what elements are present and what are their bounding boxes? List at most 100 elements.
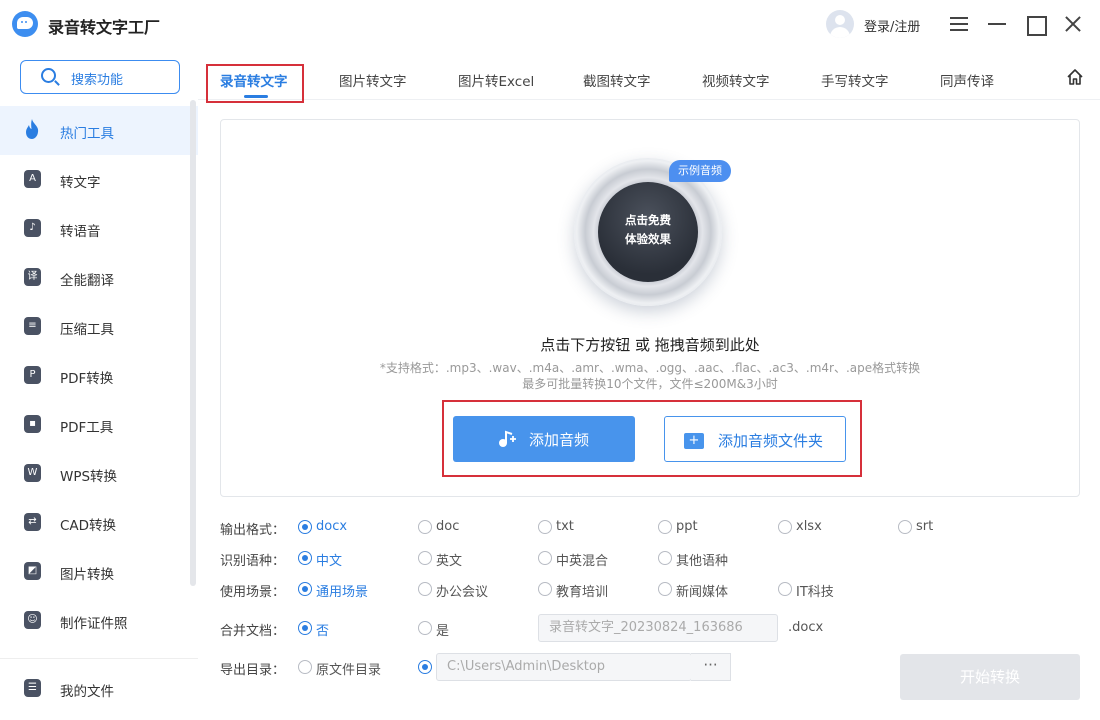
sample-audio-badge[interactable]: 示例音频 bbox=[669, 160, 731, 182]
sidebar-item-to-text[interactable]: A 转文字 bbox=[0, 155, 198, 204]
radio-label-merge-yes[interactable]: 是 bbox=[436, 620, 449, 639]
wps-icon: W bbox=[24, 464, 41, 482]
sidebar-item-label: 制作证件照 bbox=[60, 616, 128, 632]
close-icon[interactable] bbox=[1061, 12, 1085, 36]
tab-image-to-text[interactable]: 图片转文字 bbox=[339, 70, 407, 90]
sidebar-item-label: 全能翻译 bbox=[60, 273, 114, 289]
radio-general[interactable] bbox=[298, 582, 312, 596]
sidebar-item-id-photo[interactable]: ☺ 制作证件照 bbox=[0, 596, 198, 645]
radio-label-other-language[interactable]: 其他语种 bbox=[676, 550, 728, 569]
sidebar-item-cad[interactable]: ⇄ CAD转换 bbox=[0, 498, 198, 547]
tab-handwriting-to-text[interactable]: 手写转文字 bbox=[821, 70, 889, 90]
start-convert-button[interactable]: 开始转换 bbox=[900, 654, 1080, 700]
radio-label-srt[interactable]: srt bbox=[916, 519, 933, 534]
radio-news[interactable] bbox=[658, 582, 672, 596]
radio-label-english[interactable]: 英文 bbox=[436, 550, 462, 569]
maximize-icon[interactable] bbox=[1023, 12, 1047, 36]
app-title: 录音转文字工厂 bbox=[48, 18, 161, 37]
file-limits: 最多可批量转换10个文件，文件≤200M&3小时 bbox=[522, 377, 778, 391]
radio-label-mixed[interactable]: 中英混合 bbox=[556, 550, 608, 569]
radio-english[interactable] bbox=[418, 551, 432, 565]
radio-merge-no[interactable] bbox=[298, 621, 312, 635]
compress-icon: ≡ bbox=[24, 317, 41, 335]
search-icon bbox=[41, 68, 56, 83]
radio-label-txt[interactable]: txt bbox=[556, 519, 574, 534]
disc-text-line2: 体验效果 bbox=[625, 232, 671, 246]
tab-image-to-excel[interactable]: 图片转Excel bbox=[458, 70, 534, 90]
radio-merge-yes[interactable] bbox=[418, 621, 432, 635]
radio-it[interactable] bbox=[778, 582, 792, 596]
sidebar-item-image-convert[interactable]: ◩ 图片转换 bbox=[0, 547, 198, 596]
my-files-icon: ☰ bbox=[24, 679, 41, 697]
cad-icon: ⇄ bbox=[24, 513, 41, 531]
sidebar-item-pdf-convert[interactable]: P PDF转换 bbox=[0, 351, 198, 400]
highlight-box-tab bbox=[206, 64, 304, 103]
language-label: 识别语种： bbox=[220, 554, 286, 569]
radio-chinese[interactable] bbox=[298, 551, 312, 565]
radio-label-general[interactable]: 通用场景 bbox=[316, 581, 368, 600]
title-bar: 录音转文字工厂 登录/注册 bbox=[0, 0, 1100, 48]
home-icon[interactable] bbox=[1066, 68, 1084, 86]
sidebar-item-wps[interactable]: W WPS转换 bbox=[0, 449, 198, 498]
language-row: 识别语种： 中文 英文 中英混合 其他语种 bbox=[220, 547, 1080, 571]
radio-label-doc[interactable]: doc bbox=[436, 519, 459, 534]
sidebar-item-to-voice[interactable]: ♪ 转语音 bbox=[0, 204, 198, 253]
radio-other-language[interactable] bbox=[658, 551, 672, 565]
avatar[interactable] bbox=[826, 10, 854, 38]
pdf-tools-icon: ▪ bbox=[24, 415, 41, 433]
radio-mixed[interactable] bbox=[538, 551, 552, 565]
radio-label-news[interactable]: 新闻媒体 bbox=[676, 581, 728, 600]
radio-label-merge-no[interactable]: 否 bbox=[316, 620, 329, 639]
sidebar-item-pdf-tools[interactable]: ▪ PDF工具 bbox=[0, 400, 198, 449]
sidebar-item-label: PDF工具 bbox=[60, 420, 114, 436]
sidebar-item-label: PDF转换 bbox=[60, 371, 114, 387]
radio-meeting[interactable] bbox=[418, 582, 432, 596]
radio-xlsx[interactable] bbox=[778, 520, 792, 534]
radio-original-directory[interactable] bbox=[298, 660, 312, 674]
sidebar-item-my-files[interactable]: ☰ 我的文件 bbox=[0, 664, 198, 712]
radio-label-docx[interactable]: docx bbox=[316, 519, 347, 534]
tab-screenshot-to-text[interactable]: 截图转文字 bbox=[583, 70, 651, 90]
tab-bar: 录音转文字 图片转文字 图片转Excel 截图转文字 视频转文字 手写转文字 同… bbox=[198, 48, 1100, 103]
audio-drop-zone[interactable]: 点击免费 体验效果 示例音频 点击下方按钮 或 拖拽音频到此处 *支持格式：.m… bbox=[220, 119, 1080, 497]
radio-ppt[interactable] bbox=[658, 520, 672, 534]
supported-formats: *支持格式：.mp3、.wav、.m4a、.amr、.wma、.ogg、.aac… bbox=[379, 361, 921, 375]
radio-education[interactable] bbox=[538, 582, 552, 596]
sidebar-item-hot-tools[interactable]: 热门工具 bbox=[0, 106, 198, 155]
tab-simultaneous-interpretation[interactable]: 同声传译 bbox=[940, 70, 994, 90]
text-convert-icon: A bbox=[24, 170, 41, 188]
radio-label-education[interactable]: 教育培训 bbox=[556, 581, 608, 600]
radio-custom-directory[interactable] bbox=[418, 660, 432, 674]
radio-label-chinese[interactable]: 中文 bbox=[316, 550, 342, 569]
output-format-label: 输出格式： bbox=[220, 523, 286, 538]
menu-icon[interactable] bbox=[947, 12, 971, 36]
scene-label: 使用场景： bbox=[220, 585, 286, 600]
minimize-icon[interactable] bbox=[985, 12, 1009, 36]
translate-icon: 译 bbox=[24, 268, 41, 286]
radio-label-original-directory[interactable]: 原文件目录 bbox=[316, 659, 381, 678]
tab-video-to-text[interactable]: 视频转文字 bbox=[702, 70, 770, 90]
sidebar: 搜索功能 热门工具 A 转文字 ♪ 转语音 译 全能翻译 ≡ 压缩工具 P PD… bbox=[0, 48, 198, 720]
export-path-field[interactable]: C:\Users\Admin\Desktop bbox=[436, 653, 692, 681]
browse-directory-button[interactable]: ··· bbox=[691, 653, 731, 681]
radio-doc[interactable] bbox=[418, 520, 432, 534]
radio-label-meeting[interactable]: 办公会议 bbox=[436, 581, 488, 600]
sidebar-item-translate[interactable]: 译 全能翻译 bbox=[0, 253, 198, 302]
radio-label-it[interactable]: IT科技 bbox=[796, 581, 834, 600]
search-function-button[interactable]: 搜索功能 bbox=[20, 60, 180, 94]
radio-docx[interactable] bbox=[298, 520, 312, 534]
export-label: 导出目录： bbox=[220, 663, 286, 678]
radio-txt[interactable] bbox=[538, 520, 552, 534]
merge-filename-field[interactable]: 录音转文字_20230824_163686 bbox=[538, 614, 778, 642]
app-logo-icon bbox=[12, 11, 38, 37]
radio-label-ppt[interactable]: ppt bbox=[676, 519, 698, 534]
login-link[interactable]: 登录/注册 bbox=[864, 16, 920, 35]
flame-icon bbox=[26, 119, 39, 139]
radio-label-xlsx[interactable]: xlsx bbox=[796, 519, 822, 534]
radio-srt[interactable] bbox=[898, 520, 912, 534]
sidebar-item-compress[interactable]: ≡ 压缩工具 bbox=[0, 302, 198, 351]
search-label: 搜索功能 bbox=[71, 73, 124, 88]
main-panel: 录音转文字 图片转文字 图片转Excel 截图转文字 视频转文字 手写转文字 同… bbox=[198, 48, 1100, 720]
sidebar-scrollbar[interactable] bbox=[190, 100, 196, 586]
drop-title: 点击下方按钮 或 拖拽音频到此处 bbox=[540, 336, 760, 354]
